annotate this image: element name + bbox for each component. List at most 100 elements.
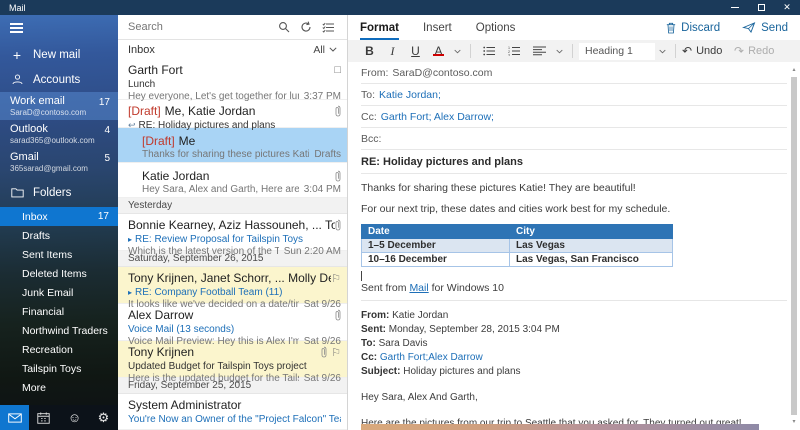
paragraph-options-chevron[interactable] [552, 49, 566, 54]
message-sender: [Draft]Me [142, 134, 341, 148]
undo-button[interactable]: ↶Undo [682, 44, 734, 58]
cc-value[interactable]: Garth Fort; Alex Darrow; [381, 111, 494, 123]
account-outlook[interactable]: Outlook sarad365@outlook.com 4 [0, 120, 118, 148]
calendar-view-button[interactable] [29, 405, 58, 430]
font-color-button[interactable]: A [427, 44, 450, 58]
font-options-chevron[interactable] [450, 49, 464, 54]
new-mail-button[interactable]: + New mail [0, 42, 118, 67]
maximize-button[interactable] [748, 0, 774, 15]
message-body-editor[interactable]: Thanks for sharing these pictures Katie!… [348, 174, 800, 430]
sidebar-item-recreation[interactable]: Recreation [0, 340, 118, 359]
numbered-list-button[interactable]: 123 [502, 46, 527, 56]
sidebar-item-tailspin-toys[interactable]: Tailspin Toys [0, 359, 118, 378]
scrollbar-thumb[interactable] [791, 77, 797, 415]
feedback-button[interactable]: ☺ [60, 405, 89, 430]
reply-arrow-icon: ↩ [128, 120, 136, 131]
folder-icon [10, 187, 24, 198]
folder-name: Junk Email [22, 287, 73, 299]
account-work-email[interactable]: Work email SaraD@contoso.com 17 [0, 92, 118, 120]
message-sender: System Administrator [128, 398, 341, 412]
style-selector-chevron[interactable] [655, 49, 669, 54]
align-button[interactable] [527, 46, 552, 56]
attachment-image-preview[interactable] [361, 424, 759, 430]
conversation-expand-icon[interactable]: ▸ [128, 235, 132, 244]
message-subject: Voice Mail (13 seconds) [128, 324, 234, 335]
sync-icon[interactable] [295, 21, 317, 33]
settings-button[interactable]: ⚙ [89, 405, 118, 430]
to-field[interactable]: To: Katie Jordan; [361, 84, 787, 106]
scroll-up-icon[interactable]: ▴ [789, 65, 799, 75]
mail-link[interactable]: Mail [409, 282, 428, 294]
minimize-button[interactable] [722, 0, 748, 15]
message-row[interactable]: System Administrator You're Now an Owner… [118, 394, 347, 430]
underline-button[interactable]: U [404, 44, 427, 58]
mail-view-button[interactable] [0, 405, 29, 430]
quoted-from-value: Katie Jordan [389, 310, 448, 321]
conversation-expand-icon[interactable]: ▸ [128, 288, 132, 297]
to-value[interactable]: Katie Jordan; [379, 89, 441, 101]
bold-button[interactable]: B [358, 44, 381, 58]
paperclip-icon [321, 346, 327, 358]
hamburger-menu-icon[interactable] [0, 15, 118, 42]
sidebar-item-financial[interactable]: Financial [0, 302, 118, 321]
message-preview: Thanks for sharing these pictures Katie!… [142, 149, 309, 160]
message-row-flagged[interactable]: Tony Krijnen ⚐ Updated Budget for Tailsp… [118, 341, 347, 378]
vertical-scrollbar[interactable]: ▴ ▾ [789, 65, 799, 427]
navigation-sidebar: + New mail Accounts Work email SaraD@con… [0, 15, 118, 430]
flag-checkbox-icon[interactable]: □ [334, 64, 341, 76]
chevron-down-icon [329, 47, 337, 52]
message-row-flagged[interactable]: Tony Krijnen, Janet Schorr, ... Molly De… [118, 267, 347, 304]
bullet-list-button[interactable] [477, 46, 502, 56]
message-time: 3:37 PM [304, 91, 341, 102]
message-row[interactable]: [Draft]Me, Katie Jordan ↩RE: Holiday pic… [118, 100, 347, 128]
unread-count-badge: 4 [104, 125, 110, 136]
svg-text:3: 3 [508, 53, 510, 56]
tab-format[interactable]: Format [360, 15, 399, 40]
sidebar-item-inbox[interactable]: Inbox 17 [0, 207, 118, 226]
sidebar-item-junk-email[interactable]: Junk Email [0, 283, 118, 302]
tab-insert[interactable]: Insert [423, 15, 452, 40]
signature-line: Sent from Mail for Windows 10 [361, 282, 787, 294]
from-field[interactable]: From: SaraD@contoso.com [361, 62, 787, 84]
scroll-down-icon[interactable]: ▾ [789, 417, 799, 427]
filter-dropdown[interactable]: All [313, 44, 337, 56]
flag-icon[interactable]: ⚐ [331, 272, 341, 285]
selection-mode-icon[interactable] [317, 22, 339, 33]
message-row[interactable]: Katie Jordan Hey Sara, Alex and Garth, H… [118, 163, 347, 198]
close-button[interactable]: ✕ [774, 0, 800, 15]
redo-button[interactable]: ↷Redo [734, 44, 786, 58]
folder-name: Financial [22, 306, 64, 318]
quoted-divider [361, 300, 787, 301]
folder-name: Inbox [22, 211, 48, 223]
sidebar-item-sent-items[interactable]: Sent Items [0, 245, 118, 264]
tab-options[interactable]: Options [476, 15, 516, 40]
search-bar[interactable]: Search [118, 15, 347, 40]
message-row-selected[interactable]: [Draft]Me Thanks for sharing these pictu… [118, 128, 347, 163]
sidebar-item-more[interactable]: More [0, 378, 118, 397]
message-subject: RE: Holiday pictures and plans [139, 120, 276, 131]
style-selector[interactable]: Heading 1 [579, 43, 655, 60]
message-row[interactable]: Alex Darrow Voice Mail (13 seconds) Voic… [118, 304, 347, 341]
subject-field[interactable]: RE: Holiday pictures and plans [361, 150, 787, 174]
message-subject: Updated Budget for Tailspin Toys project [128, 361, 307, 372]
flag-icon[interactable]: ⚐ [331, 346, 341, 359]
message-row[interactable]: Garth Fort □ Lunch Hey everyone, Let's g… [118, 59, 347, 100]
sidebar-item-northwind-traders[interactable]: Northwind Traders [0, 321, 118, 340]
folders-header[interactable]: Folders [0, 180, 118, 205]
send-button[interactable]: Send [742, 22, 788, 34]
table-header-row: Date City [362, 225, 673, 239]
quoted-subject-label: Subject: [361, 366, 400, 377]
search-icon[interactable] [273, 21, 295, 33]
discard-button[interactable]: Discard [666, 22, 720, 34]
italic-button[interactable]: I [381, 44, 404, 59]
person-icon [10, 73, 24, 86]
cc-field[interactable]: Cc: Garth Fort; Alex Darrow; [361, 106, 787, 128]
sidebar-item-drafts[interactable]: Drafts [0, 226, 118, 245]
search-input[interactable]: Search [128, 21, 273, 33]
message-row[interactable]: Bonnie Kearney, Aziz Hassouneh, ... Tony… [118, 214, 347, 251]
bcc-field[interactable]: Bcc: [361, 128, 787, 150]
sidebar-item-deleted-items[interactable]: Deleted Items [0, 264, 118, 283]
quoted-message: From: Katie Jordan Sent: Monday, Septemb… [361, 309, 787, 430]
accounts-header[interactable]: Accounts [0, 67, 118, 92]
account-gmail[interactable]: Gmail 365sarad@gmail.com 5 [0, 148, 118, 176]
